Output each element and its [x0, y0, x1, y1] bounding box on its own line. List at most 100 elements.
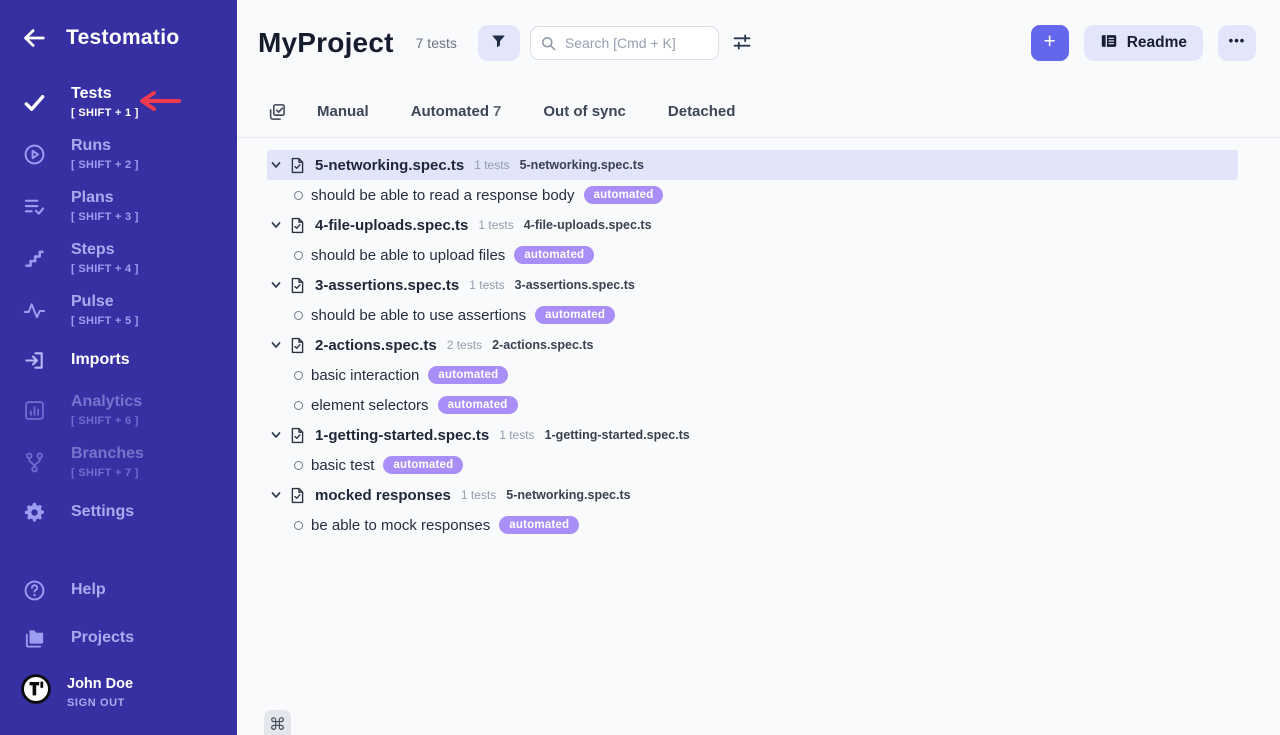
- file-test-count: 1 tests: [478, 218, 513, 232]
- test-title: should be able to read a response body: [311, 187, 575, 204]
- file-path: 5-networking.spec.ts: [520, 158, 644, 172]
- file-check-icon: [289, 337, 306, 354]
- sidebar-secondary-nav: Help Projects: [0, 566, 237, 662]
- tests-count: 7 tests: [416, 35, 457, 51]
- user-profile[interactable]: John Doe SIGN OUT: [0, 670, 237, 709]
- folder-icon: [22, 626, 46, 650]
- file-test-count: 1 tests: [469, 278, 504, 292]
- test-row[interactable]: basic test automated: [267, 450, 1238, 480]
- bar-chart-icon: [22, 398, 46, 422]
- sidebar-item-branches[interactable]: Branches [ SHIFT + 7 ]: [0, 436, 237, 488]
- test-row[interactable]: be able to mock responses automated: [267, 510, 1238, 540]
- file-name: 2-actions.spec.ts: [315, 337, 437, 354]
- test-tabs: Manual Automated7 Out of sync Detached: [237, 86, 1280, 138]
- command-key-button[interactable]: ⌘: [264, 710, 291, 735]
- automated-badge: automated: [584, 186, 664, 204]
- readme-button[interactable]: Readme: [1084, 25, 1203, 61]
- readme-label: Readme: [1127, 34, 1187, 52]
- back-arrow-icon[interactable]: [20, 24, 48, 52]
- file-name: mocked responses: [315, 487, 451, 504]
- test-row[interactable]: basic interaction automated: [267, 360, 1238, 390]
- test-title: should be able to use assertions: [311, 307, 526, 324]
- tab-out-of-sync[interactable]: Out of sync: [543, 103, 626, 120]
- chevron-down-icon[interactable]: [270, 159, 282, 171]
- gear-icon: [22, 500, 46, 524]
- file-name: 5-networking.spec.ts: [315, 157, 464, 174]
- sidebar-item-tests[interactable]: Tests [ SHIFT + 1 ]: [0, 76, 237, 128]
- select-all-icon[interactable]: [267, 102, 287, 122]
- file-row[interactable]: mocked responses 1 tests 5-networking.sp…: [267, 480, 1238, 510]
- avatar: [21, 674, 51, 704]
- file-check-icon: [289, 157, 306, 174]
- test-row[interactable]: element selectors automated: [267, 390, 1238, 420]
- sidebar-item-help[interactable]: Help: [0, 566, 237, 614]
- help-icon: [22, 578, 46, 602]
- file-row[interactable]: 5-networking.spec.ts 1 tests 5-networkin…: [267, 150, 1238, 180]
- file-path: 5-networking.spec.ts: [506, 488, 630, 502]
- chevron-down-icon[interactable]: [270, 279, 282, 291]
- sidebar-item-projects[interactable]: Projects: [0, 614, 237, 662]
- chevron-down-icon[interactable]: [270, 339, 282, 351]
- play-circle-icon: [22, 142, 46, 166]
- sidebar-item-pulse[interactable]: Pulse [ SHIFT + 5 ]: [0, 284, 237, 336]
- app-logo: Testomatio: [66, 26, 179, 50]
- sidebar-header: Testomatio: [0, 0, 237, 52]
- chevron-down-icon[interactable]: [270, 219, 282, 231]
- page-title: MyProject: [258, 27, 394, 59]
- filter-button[interactable]: [478, 25, 520, 61]
- sign-out-link[interactable]: SIGN OUT: [67, 697, 133, 709]
- chevron-down-icon[interactable]: [270, 489, 282, 501]
- automated-badge: automated: [514, 246, 594, 264]
- automated-badge: automated: [499, 516, 579, 534]
- funnel-icon: [490, 33, 507, 53]
- sidebar: Testomatio Tests [ SHIFT + 1 ] Runs [ SH…: [0, 0, 237, 735]
- tab-manual[interactable]: Manual: [317, 103, 369, 120]
- test-title: element selectors: [311, 397, 429, 414]
- pulse-icon: [22, 298, 46, 322]
- test-row[interactable]: should be able to upload files automated: [267, 240, 1238, 270]
- view-settings-button[interactable]: [727, 28, 757, 58]
- main-content: MyProject 7 tests + Readme •••: [237, 0, 1280, 735]
- file-test-count: 1 tests: [461, 488, 496, 502]
- test-row[interactable]: should be able to use assertions automat…: [267, 300, 1238, 330]
- file-row[interactable]: 4-file-uploads.spec.ts 1 tests 4-file-up…: [267, 210, 1238, 240]
- check-icon: [22, 90, 46, 114]
- sidebar-item-plans[interactable]: Plans [ SHIFT + 3 ]: [0, 180, 237, 232]
- tab-automated[interactable]: Automated7: [411, 103, 502, 120]
- test-status-icon: [294, 521, 303, 530]
- sidebar-item-imports[interactable]: Imports: [0, 336, 237, 384]
- file-check-icon: [289, 217, 306, 234]
- add-test-button[interactable]: +: [1031, 25, 1069, 61]
- chevron-down-icon[interactable]: [270, 429, 282, 441]
- test-status-icon: [294, 371, 303, 380]
- file-path: 2-actions.spec.ts: [492, 338, 593, 352]
- file-row[interactable]: 3-assertions.spec.ts 1 tests 3-assertion…: [267, 270, 1238, 300]
- stairs-icon: [22, 246, 46, 270]
- sliders-icon: [732, 32, 752, 55]
- sidebar-item-settings[interactable]: Settings: [0, 488, 237, 536]
- test-title: basic test: [311, 457, 374, 474]
- sidebar-item-steps[interactable]: Steps [ SHIFT + 4 ]: [0, 232, 237, 284]
- file-row[interactable]: 2-actions.spec.ts 2 tests 2-actions.spec…: [267, 330, 1238, 360]
- test-row[interactable]: should be able to read a response body a…: [267, 180, 1238, 210]
- file-row[interactable]: 1-getting-started.spec.ts 1 tests 1-gett…: [267, 420, 1238, 450]
- command-icon: ⌘: [269, 715, 286, 735]
- search-input[interactable]: [565, 35, 708, 51]
- tab-detached[interactable]: Detached: [668, 103, 736, 120]
- automated-badge: automated: [535, 306, 615, 324]
- file-path: 3-assertions.spec.ts: [515, 278, 635, 292]
- file-check-icon: [289, 427, 306, 444]
- more-options-button[interactable]: •••: [1218, 25, 1256, 61]
- test-status-icon: [294, 401, 303, 410]
- project-header: MyProject 7 tests + Readme •••: [237, 0, 1280, 86]
- sidebar-nav: Tests [ SHIFT + 1 ] Runs [ SHIFT + 2 ] P…: [0, 76, 237, 536]
- test-status-icon: [294, 311, 303, 320]
- sidebar-item-analytics[interactable]: Analytics [ SHIFT + 6 ]: [0, 384, 237, 436]
- search-icon: [541, 36, 556, 51]
- file-test-count: 1 tests: [499, 428, 534, 442]
- test-title: basic interaction: [311, 367, 419, 384]
- test-list: 5-networking.spec.ts 1 tests 5-networkin…: [237, 138, 1280, 540]
- sidebar-item-runs[interactable]: Runs [ SHIFT + 2 ]: [0, 128, 237, 180]
- file-path: 4-file-uploads.spec.ts: [524, 218, 652, 232]
- file-name: 1-getting-started.spec.ts: [315, 427, 489, 444]
